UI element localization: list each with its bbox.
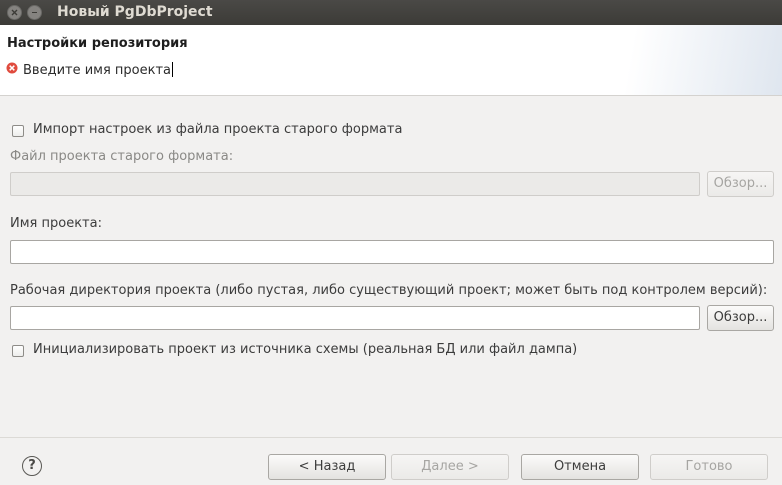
- window-close-button[interactable]: [7, 5, 22, 20]
- init-from-source-checkbox[interactable]: [12, 345, 24, 357]
- minimize-icon: [32, 12, 37, 13]
- page-title: Настройки репозитория: [7, 36, 188, 51]
- back-button[interactable]: < Назад: [268, 454, 386, 480]
- import-settings-label: Импорт настроек из файла проекта старого…: [33, 122, 403, 137]
- workdir-browse-button[interactable]: Обзор...: [707, 305, 774, 331]
- footer-divider: [0, 437, 782, 438]
- window-titlebar: Новый PgDbProject: [0, 0, 782, 25]
- import-settings-checkbox[interactable]: [12, 125, 24, 137]
- error-icon: [6, 62, 18, 74]
- old-file-browse-button[interactable]: Обзор...: [707, 171, 774, 197]
- window-title: Новый PgDbProject: [57, 4, 213, 20]
- cancel-button[interactable]: Отмена: [521, 454, 639, 480]
- error-message: Введите имя проекта: [23, 62, 174, 78]
- old-file-input[interactable]: [10, 172, 700, 196]
- text-cursor: [172, 62, 174, 77]
- finish-button[interactable]: Готово: [650, 454, 768, 480]
- next-button[interactable]: Далее >: [391, 454, 509, 480]
- wizard-header: Настройки репозитория Введите имя проект…: [0, 25, 782, 96]
- old-file-label: Файл проекта старого формата:: [10, 149, 234, 164]
- help-icon[interactable]: ?: [22, 456, 42, 476]
- project-name-input[interactable]: [10, 240, 774, 264]
- init-from-source-label: Инициализировать проект из источника схе…: [33, 342, 578, 357]
- close-icon: [11, 9, 18, 16]
- project-name-label: Имя проекта:: [10, 216, 102, 231]
- workdir-label: Рабочая директория проекта (либо пустая,…: [10, 283, 768, 298]
- window-minimize-button[interactable]: [27, 5, 42, 20]
- workdir-input[interactable]: [10, 306, 700, 330]
